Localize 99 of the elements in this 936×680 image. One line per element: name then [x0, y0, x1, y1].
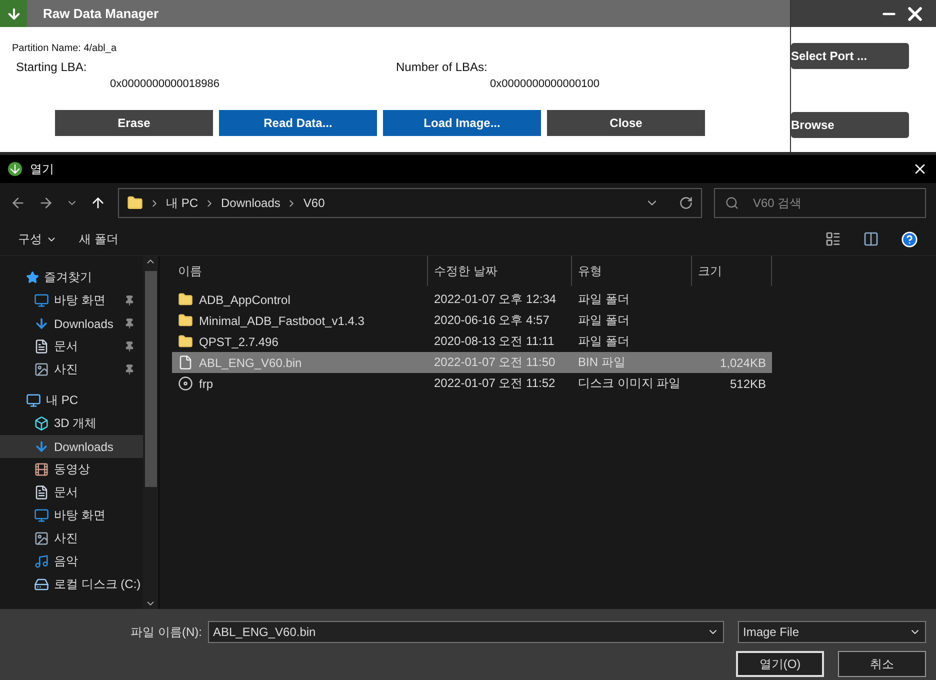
nav-item[interactable]: 문서: [0, 481, 143, 504]
window-title: Raw Data Manager: [43, 6, 159, 21]
picture-icon: [34, 362, 49, 377]
film-icon: [34, 462, 49, 477]
column-header[interactable]: 이름: [172, 256, 428, 286]
field-value: 0x0000000000000100: [489, 77, 601, 90]
search-field[interactable]: V60 검색: [714, 188, 926, 218]
nav-item[interactable]: 사진: [0, 358, 143, 381]
desktop-icon: [34, 508, 49, 523]
nav-item[interactable]: 로컬 디스크 (C:): [0, 573, 143, 596]
file-name-label: 파일 이름(N):: [130, 624, 202, 640]
folder-icon: [178, 313, 193, 328]
nav-item[interactable]: 바탕 화면: [0, 504, 143, 527]
folder-icon: [178, 292, 193, 307]
type-cell-text: 디스크 이미지 파일: [577, 375, 682, 392]
pin-icon: [124, 295, 135, 306]
type-cell-text: BIN 파일: [577, 354, 626, 371]
star-icon: [26, 271, 39, 284]
forward-icon[interactable]: [38, 195, 54, 211]
file-name: QPST_2.7.496: [199, 334, 278, 348]
field-value: 0x0000000000018986: [109, 77, 221, 90]
nav-item[interactable]: Downloads: [0, 435, 143, 458]
dialog-button[interactable]: 열기(O): [736, 651, 824, 677]
nav-item[interactable]: 문서: [0, 335, 143, 358]
column-header[interactable]: 유형: [572, 256, 692, 286]
view-options-icon[interactable]: [825, 231, 841, 247]
picture-icon: [34, 531, 49, 546]
download-icon: [34, 316, 49, 331]
app-button[interactable]: Select Port ...: [791, 43, 909, 69]
dialog-button[interactable]: Load Image...: [383, 110, 541, 136]
help-icon[interactable]: [901, 230, 918, 248]
back-icon[interactable]: [10, 195, 26, 211]
file-row[interactable]: frp 2022-01-07 오전 11:52 디스크 이미지 파일 512KB: [172, 373, 772, 394]
search-input[interactable]: V60 검색: [751, 195, 905, 211]
type-cell-text: 파일 폴더: [577, 291, 630, 308]
folder-icon: [178, 334, 193, 349]
preview-pane-icon[interactable]: [863, 231, 879, 247]
pin-icon: [124, 364, 135, 375]
breadcrumb-item[interactable]: V60: [303, 196, 325, 210]
address-bar[interactable]: 내 PC Downloads V60: [118, 188, 702, 218]
file-name: frp: [199, 376, 214, 390]
file-row[interactable]: ADB_AppControl 2022-01-07 오후 12:34 파일 폴더: [172, 289, 772, 310]
date-cell-text: 2022-01-07 오전 11:50: [433, 354, 556, 371]
dialog-button[interactable]: Erase: [55, 110, 213, 136]
file-row[interactable]: QPST_2.7.496 2020-08-13 오전 11:11 파일 폴더: [172, 331, 772, 352]
partition-name: Partition Name: 4/abl_a: [12, 43, 118, 54]
file-name: Minimal_ADB_Fastboot_v1.4.3: [199, 314, 364, 328]
nav-item[interactable]: Downloads: [0, 312, 143, 335]
size-cell-text: 512KB: [728, 376, 767, 390]
toolbar-button[interactable]: 구성: [18, 230, 57, 248]
date-cell-text: 2020-08-13 오전 11:11: [433, 333, 556, 350]
download-icon: [34, 439, 49, 454]
toolbar-button[interactable]: 새 폴더: [79, 230, 118, 248]
field-label: Number of LBAs:: [395, 60, 488, 74]
document-icon: [34, 339, 49, 354]
breadcrumb-item[interactable]: 내 PC: [166, 194, 198, 212]
document-icon: [34, 485, 49, 500]
file-name: ABL_ENG_V60.bin: [199, 356, 302, 370]
date-cell-text: 2022-01-07 오전 11:52: [433, 375, 556, 392]
search-icon: [725, 196, 739, 210]
column-header[interactable]: 크기: [692, 256, 772, 286]
up-icon[interactable]: [90, 195, 106, 211]
file-row[interactable]: Minimal_ADB_Fastboot_v1.4.3 2020-06-16 오후 4:57 파일 폴더: [172, 310, 772, 331]
dialog-button[interactable]: Close: [547, 110, 705, 136]
nav-item[interactable]: 바탕 화면: [0, 289, 143, 312]
computer-icon: [26, 393, 41, 408]
scrollbar[interactable]: [143, 256, 158, 609]
pin-icon: [124, 341, 135, 352]
desktop-icon: [34, 293, 49, 308]
refresh-icon[interactable]: [679, 196, 693, 210]
nav-item[interactable]: 내 PC: [0, 389, 143, 412]
file-icon: [178, 355, 193, 370]
nav-item[interactable]: 음악: [0, 550, 143, 573]
field-label: Starting LBA:: [15, 60, 88, 74]
dialog-button[interactable]: Read Data...: [219, 110, 377, 136]
date-cell-text: 2020-06-16 오후 4:57: [433, 312, 550, 329]
file-type-dropdown[interactable]: Image File: [738, 621, 926, 643]
nav-item[interactable]: 즐겨찾기: [0, 266, 143, 289]
cube-icon: [34, 416, 49, 431]
file-name: ADB_AppControl: [199, 292, 290, 306]
app-button[interactable]: Browse: [791, 112, 909, 138]
drive-icon: [34, 577, 49, 592]
nav-item[interactable]: 사진: [0, 527, 143, 550]
column-header[interactable]: 수정한 날짜: [428, 256, 572, 286]
window-title: 열기: [30, 160, 54, 178]
file-name-field[interactable]: ABL_ENG_V60.bin: [208, 621, 724, 643]
disc-image-icon: [178, 376, 193, 391]
nav-item[interactable]: 3D 개체: [0, 412, 143, 435]
music-note-icon: [34, 554, 49, 569]
size-cell-text: 1,024KB: [718, 356, 767, 370]
pin-icon: [124, 318, 135, 329]
date-cell-text: 2022-01-07 오후 12:34: [433, 291, 558, 308]
type-cell-text: 파일 폴더: [577, 312, 630, 329]
type-cell-text: 파일 폴더: [577, 333, 630, 350]
breadcrumb-item[interactable]: Downloads: [221, 196, 280, 210]
app-download-icon: [8, 162, 22, 176]
nav-item[interactable]: 동영상: [0, 458, 143, 481]
dialog-button[interactable]: 취소: [838, 651, 926, 677]
folder-icon: [127, 195, 143, 211]
